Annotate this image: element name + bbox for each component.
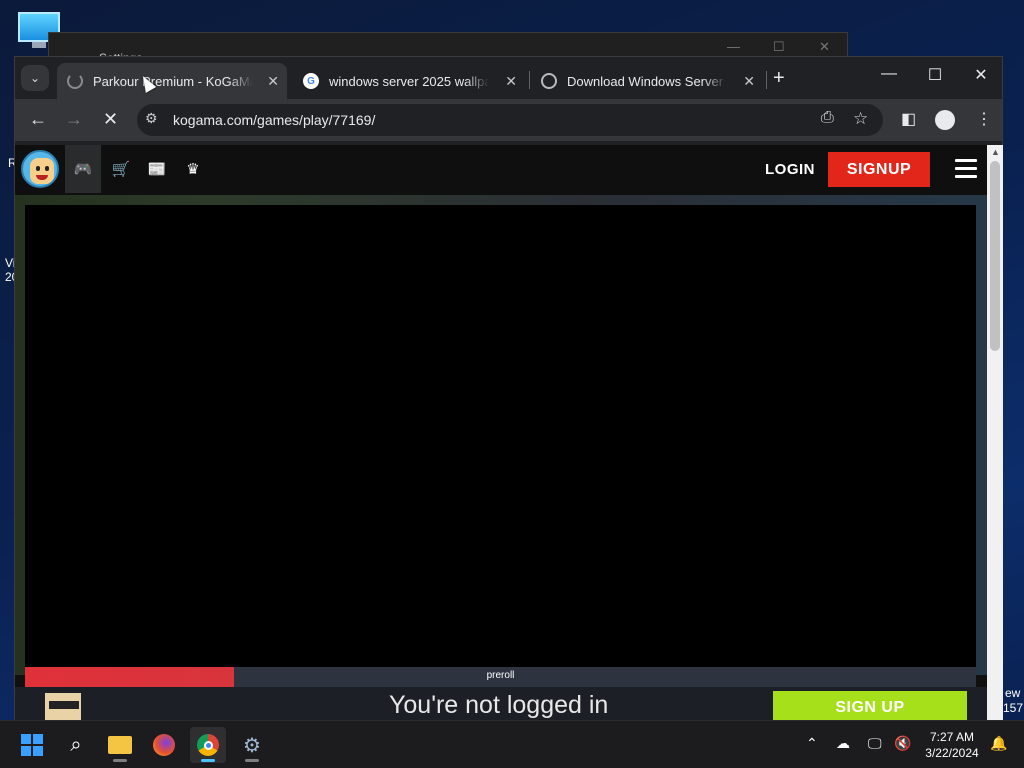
- tab-label: windows server 2025 wallpaper: [329, 73, 489, 89]
- leaderboard-crown-icon[interactable]: ♛: [175, 145, 211, 193]
- address-bar[interactable]: ⚙ kogama.com/games/play/77169/ ⎙ ☆: [137, 104, 883, 136]
- kogama-header: 🎮 🛒 📰 ♛ LOGIN SIGNUP: [15, 145, 987, 195]
- scrollbar-thumb[interactable]: [990, 161, 1000, 351]
- avatar: [39, 689, 83, 721]
- windows-insider-icon: [541, 73, 557, 89]
- tab-strip: ⌄ Parkour Premium - KoGaMa - P ✕ G windo…: [15, 57, 1002, 99]
- firefox-button[interactable]: [146, 727, 182, 763]
- chrome-window[interactable]: ⌄ Parkour Premium - KoGaMa - P ✕ G windo…: [14, 56, 1003, 721]
- start-button[interactable]: [14, 727, 50, 763]
- new-tab-button[interactable]: +: [773, 67, 785, 90]
- minimize-icon[interactable]: —: [727, 39, 740, 54]
- hamburger-menu-icon[interactable]: [955, 159, 977, 183]
- settings-app-button[interactable]: ⚙: [234, 727, 270, 763]
- windows-logo-icon: [21, 734, 43, 756]
- forward-arrow-icon[interactable]: →: [65, 109, 83, 130]
- taskbar-clock[interactable]: 7:27 AM 3/22/2024: [916, 729, 988, 761]
- close-tab-icon[interactable]: ✕: [267, 73, 279, 90]
- volume-muted-icon[interactable]: 🔇: [894, 735, 911, 752]
- preroll-progress-bar: preroll: [25, 667, 976, 687]
- page-scrollbar[interactable]: ▲: [987, 145, 1003, 721]
- page-content: 🎮 🛒 📰 ♛ LOGIN SIGNUP preroll You're not …: [15, 145, 987, 721]
- games-nav-icon[interactable]: 🎮: [65, 145, 101, 193]
- notification-bell-icon[interactable]: 🔔: [990, 735, 1007, 752]
- firefox-icon: [153, 734, 175, 756]
- login-button[interactable]: LOGIN: [765, 161, 815, 178]
- network-icon[interactable]: 🖵: [868, 735, 882, 752]
- folder-icon: [108, 736, 132, 754]
- signup-button[interactable]: SIGNUP: [828, 152, 930, 187]
- maximize-icon[interactable]: ☐: [773, 39, 785, 55]
- close-icon[interactable]: ✕: [958, 65, 1004, 85]
- stop-loading-icon[interactable]: ✕: [103, 109, 118, 130]
- desktop-text-fragment: 157: [1003, 701, 1024, 715]
- game-frame: preroll: [15, 195, 987, 687]
- onedrive-icon[interactable]: ☁: [836, 735, 850, 752]
- side-panel-icon[interactable]: ◧: [901, 109, 916, 129]
- loading-icon: [67, 73, 83, 89]
- tab-label: Parkour Premium - KoGaMa - P: [93, 73, 253, 89]
- back-arrow-icon[interactable]: ←: [29, 109, 47, 130]
- desktop-text-fragment: ew: [1005, 686, 1021, 700]
- profile-avatar-icon[interactable]: [935, 110, 955, 130]
- more-menu-icon[interactable]: ⋮: [976, 109, 992, 129]
- not-logged-in-message: You're not logged in: [389, 691, 609, 719]
- chevron-up-icon[interactable]: ⌃: [806, 735, 818, 752]
- close-tab-icon[interactable]: ✕: [505, 73, 517, 90]
- tab-label: Download Windows Server Insid: [567, 73, 727, 89]
- chevron-down-icon: ⌄: [29, 71, 41, 85]
- maximize-icon[interactable]: ☐: [912, 65, 958, 85]
- bookmark-star-icon[interactable]: ☆: [853, 109, 868, 129]
- tab-search-button[interactable]: ⌄: [21, 65, 49, 91]
- gear-icon: ⚙: [243, 734, 261, 757]
- clock-time: 7:27 AM: [929, 730, 975, 744]
- site-info-icon[interactable]: ⚙: [145, 110, 158, 127]
- tab-kogama[interactable]: Parkour Premium - KoGaMa - P ✕: [57, 63, 287, 99]
- install-app-icon[interactable]: ⎙: [821, 109, 834, 127]
- sign-up-cta-button[interactable]: SIGN UP: [773, 691, 967, 721]
- kogama-logo[interactable]: [21, 150, 59, 188]
- tab-google-search[interactable]: G windows server 2025 wallpaper ✕: [293, 63, 525, 99]
- game-canvas[interactable]: [25, 205, 976, 667]
- chrome-icon: [197, 734, 219, 756]
- taskbar: ⌕ ⚙ ⌃ ☁ 🖵 🔇 7:27 AM 3/22/2024 🔔: [0, 720, 1024, 768]
- minimize-icon[interactable]: —: [866, 65, 912, 83]
- chrome-button[interactable]: [190, 727, 226, 763]
- search-icon: ⌕: [70, 733, 82, 756]
- browser-toolbar: ← → ✕ ⚙ kogama.com/games/play/77169/ ⎙ ☆…: [15, 99, 1002, 141]
- shop-cart-icon[interactable]: 🛒: [103, 145, 139, 193]
- tab-windows-insider[interactable]: Download Windows Server Insid ✕: [531, 63, 763, 99]
- not-logged-in-banner: You're not logged in SIGN UP: [15, 687, 987, 721]
- google-icon: G: [303, 73, 319, 89]
- file-explorer-button[interactable]: [102, 727, 138, 763]
- news-icon[interactable]: 📰: [139, 145, 175, 193]
- url-text[interactable]: kogama.com/games/play/77169/: [173, 112, 375, 128]
- scroll-up-icon[interactable]: ▲: [991, 147, 1000, 157]
- preroll-label: preroll: [486, 670, 515, 681]
- clock-date: 3/22/2024: [925, 746, 979, 760]
- search-button[interactable]: ⌕: [58, 727, 94, 763]
- close-icon[interactable]: ✕: [819, 39, 830, 55]
- close-tab-icon[interactable]: ✕: [743, 73, 755, 90]
